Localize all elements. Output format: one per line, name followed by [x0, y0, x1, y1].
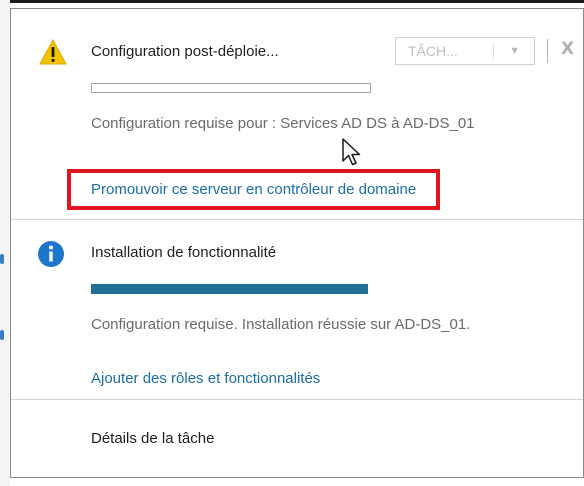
task-details-link[interactable]: Détails de la tâche [91, 430, 214, 447]
task-details-section: Détails de la tâche [11, 399, 583, 478]
close-icon[interactable]: X [561, 39, 574, 59]
background-marker [0, 330, 4, 340]
notifications-popup: Configuration post-déploie... TÂCH... ▼ … [10, 8, 584, 478]
chevron-down-icon: ▼ [509, 45, 520, 57]
progress-bar-empty [91, 83, 371, 93]
screen: Configuration post-déploie... TÂCH... ▼ … [0, 0, 584, 486]
progress-bar-complete [91, 284, 368, 294]
background-window-strip [0, 0, 10, 486]
info-circle-icon [38, 241, 64, 267]
dropdown-separator [493, 43, 494, 59]
notification-post-deployment: Configuration post-déploie... TÂCH... ▼ … [11, 9, 583, 217]
notification-description: Configuration requise. Installation réus… [91, 316, 471, 333]
promote-server-link[interactable]: Promouvoir ce serveur en contrôleur de d… [67, 169, 441, 210]
background-marker [0, 254, 4, 264]
mouse-pointer-icon [342, 138, 361, 166]
add-roles-features-link[interactable]: Ajouter des rôles et fonctionnalités [91, 370, 320, 387]
notification-title: Configuration post-déploie... [91, 43, 279, 60]
background-window-edge [0, 0, 584, 8]
toolbar-separator [547, 39, 548, 63]
notification-title: Installation de fonctionnalité [91, 244, 277, 261]
notification-description: Configuration requise pour : Services AD… [91, 115, 475, 132]
task-dropdown-label: TÂCH... [408, 43, 458, 59]
task-dropdown[interactable]: TÂCH... ▼ [395, 37, 535, 65]
warning-triangle-icon [39, 39, 67, 65]
notification-feature-installation: Installation de fonctionnalité Configura… [11, 219, 583, 400]
